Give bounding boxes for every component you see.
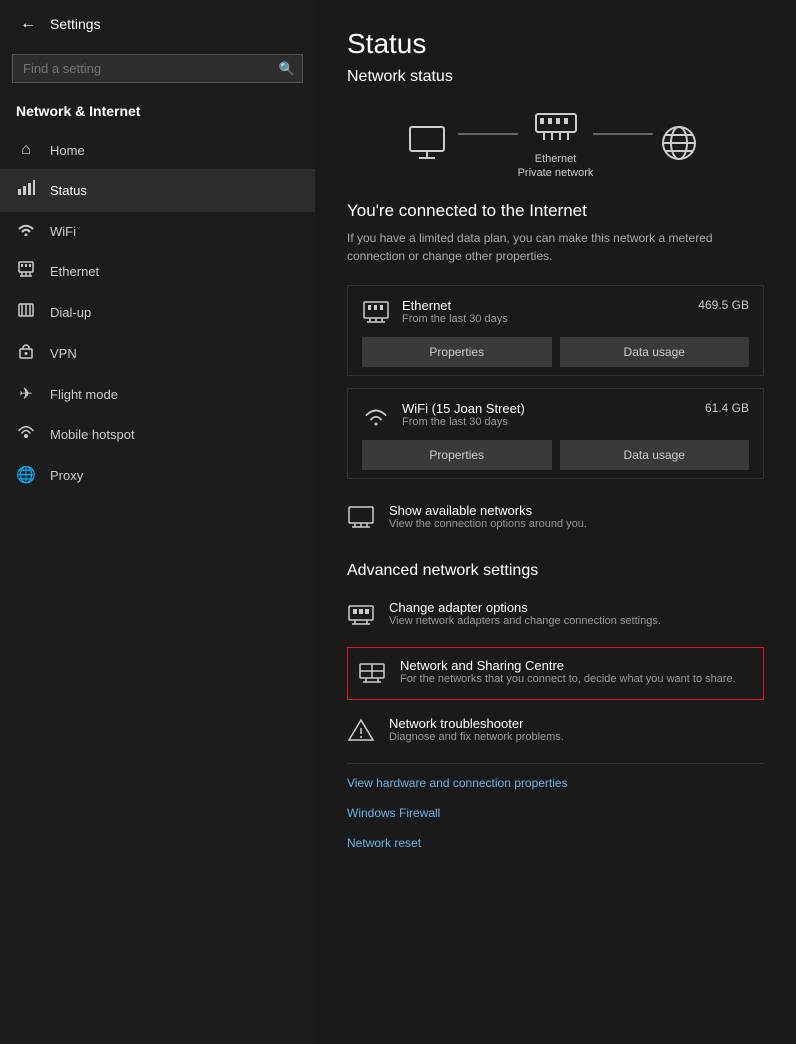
sidebar-item-wifi[interactable]: WiFi — [0, 212, 315, 251]
sidebar: ← Settings 🔍 Network & Internet ⌂ Home S… — [0, 0, 315, 1044]
sidebar-item-ethernet[interactable]: Ethernet — [0, 251, 315, 292]
wifi-properties-button[interactable]: Properties — [362, 440, 552, 470]
ethernet-usage-button[interactable]: Data usage — [560, 337, 750, 367]
troubleshooter-title: Network troubleshooter — [389, 716, 564, 731]
sidebar-section-title: Network & Internet — [0, 95, 315, 131]
ethernet-icon — [16, 261, 36, 282]
status-icon — [16, 179, 36, 202]
ethernet-item-name: Ethernet — [402, 298, 686, 313]
troubleshooter-item[interactable]: Network troubleshooter Diagnose and fix … — [347, 704, 764, 759]
main-content: Status Network status — [315, 0, 796, 1044]
line-1 — [458, 133, 518, 135]
sidebar-item-home[interactable]: ⌂ Home — [0, 131, 315, 169]
search-input[interactable] — [12, 54, 303, 83]
sidebar-item-proxy-label: Proxy — [50, 468, 83, 483]
sidebar-item-mobilehotspot-label: Mobile hotspot — [50, 427, 135, 442]
vpn-icon — [16, 343, 36, 364]
search-container: 🔍 — [0, 48, 315, 95]
advanced-heading: Advanced network settings — [347, 562, 764, 580]
flight-icon: ✈ — [16, 384, 36, 404]
sidebar-item-flightmode-label: Flight mode — [50, 387, 118, 402]
adapter-sub: View network adapters and change connect… — [389, 615, 661, 627]
ethernet-buttons: Properties Data usage — [362, 337, 749, 367]
wifi-item-data: 61.4 GB — [705, 401, 749, 415]
adapter-title: Change adapter options — [389, 600, 661, 615]
ethernet-properties-button[interactable]: Properties — [362, 337, 552, 367]
sidebar-item-vpn-label: VPN — [50, 346, 77, 361]
wifi-item-name: WiFi (15 Joan Street) — [402, 401, 693, 416]
divider-1 — [347, 763, 764, 764]
sidebar-header: ← Settings — [0, 0, 315, 48]
wifi-network-item: WiFi (15 Joan Street) From the last 30 d… — [347, 388, 764, 479]
troubleshooter-icon — [347, 718, 375, 747]
network-status-heading: Network status — [347, 68, 764, 86]
home-icon: ⌂ — [16, 141, 36, 159]
ethernet-network-item: Ethernet From the last 30 days 469.5 GB … — [347, 285, 764, 376]
sharing-title: Network and Sharing Centre — [400, 658, 736, 673]
connection-subtitle: If you have a limited data plan, you can… — [347, 229, 764, 265]
sidebar-item-home-label: Home — [50, 143, 85, 158]
ethernet-item-sub: From the last 30 days — [402, 313, 686, 325]
sidebar-item-wifi-label: WiFi — [50, 224, 76, 239]
globe-diagram-icon — [653, 123, 705, 163]
sidebar-item-proxy[interactable]: 🌐 Proxy — [0, 455, 315, 495]
sidebar-item-ethernet-label: Ethernet — [50, 264, 99, 279]
sharing-centre-item[interactable]: Network and Sharing Centre For the netwo… — [347, 647, 764, 700]
dialup-icon — [16, 302, 36, 323]
sidebar-item-dialup-label: Dial-up — [50, 305, 91, 320]
sharing-sub: For the networks that you connect to, de… — [400, 673, 736, 685]
wifi-icon — [16, 222, 36, 241]
wifi-network-icon — [362, 403, 390, 432]
ethernet-diagram-icon: Ethernet Private network — [518, 106, 594, 181]
ethernet-network-icon — [362, 300, 390, 329]
back-button[interactable]: ← — [16, 11, 40, 37]
show-networks-item[interactable]: Show available networks View the connect… — [347, 491, 764, 546]
show-networks-title: Show available networks — [389, 503, 587, 518]
wifi-buttons: Properties Data usage — [362, 440, 749, 470]
app-title: Settings — [50, 16, 101, 32]
adapter-options-item[interactable]: Change adapter options View network adap… — [347, 588, 764, 643]
show-networks-sub: View the connection options around you. — [389, 518, 587, 530]
sidebar-item-status-label: Status — [50, 183, 87, 198]
proxy-icon: 🌐 — [16, 465, 36, 485]
windows-firewall-link[interactable]: Windows Firewall — [347, 798, 764, 828]
page-title: Status — [347, 28, 764, 60]
sidebar-item-vpn[interactable]: VPN — [0, 333, 315, 374]
ethernet-item-data: 469.5 GB — [698, 298, 749, 312]
wifi-item-sub: From the last 30 days — [402, 416, 693, 428]
troubleshooter-sub: Diagnose and fix network problems. — [389, 731, 564, 743]
connection-title: You're connected to the Internet — [347, 201, 764, 221]
sidebar-item-flightmode[interactable]: ✈ Flight mode — [0, 374, 315, 414]
hotspot-icon — [16, 424, 36, 445]
sharing-icon — [358, 660, 386, 689]
network-diagram: Ethernet Private network — [347, 106, 764, 181]
wifi-usage-button[interactable]: Data usage — [560, 440, 750, 470]
ethernet-diagram-label: Ethernet Private network — [518, 152, 594, 181]
sidebar-item-mobilehotspot[interactable]: Mobile hotspot — [0, 414, 315, 455]
adapter-icon — [347, 602, 375, 631]
sidebar-item-dialup[interactable]: Dial-up — [0, 292, 315, 333]
line-2 — [593, 133, 653, 135]
sidebar-item-status[interactable]: Status — [0, 169, 315, 212]
computer-icon-diagram — [406, 123, 458, 163]
view-hardware-link[interactable]: View hardware and connection properties — [347, 768, 764, 798]
network-reset-link[interactable]: Network reset — [347, 828, 764, 858]
show-networks-icon — [347, 505, 375, 534]
